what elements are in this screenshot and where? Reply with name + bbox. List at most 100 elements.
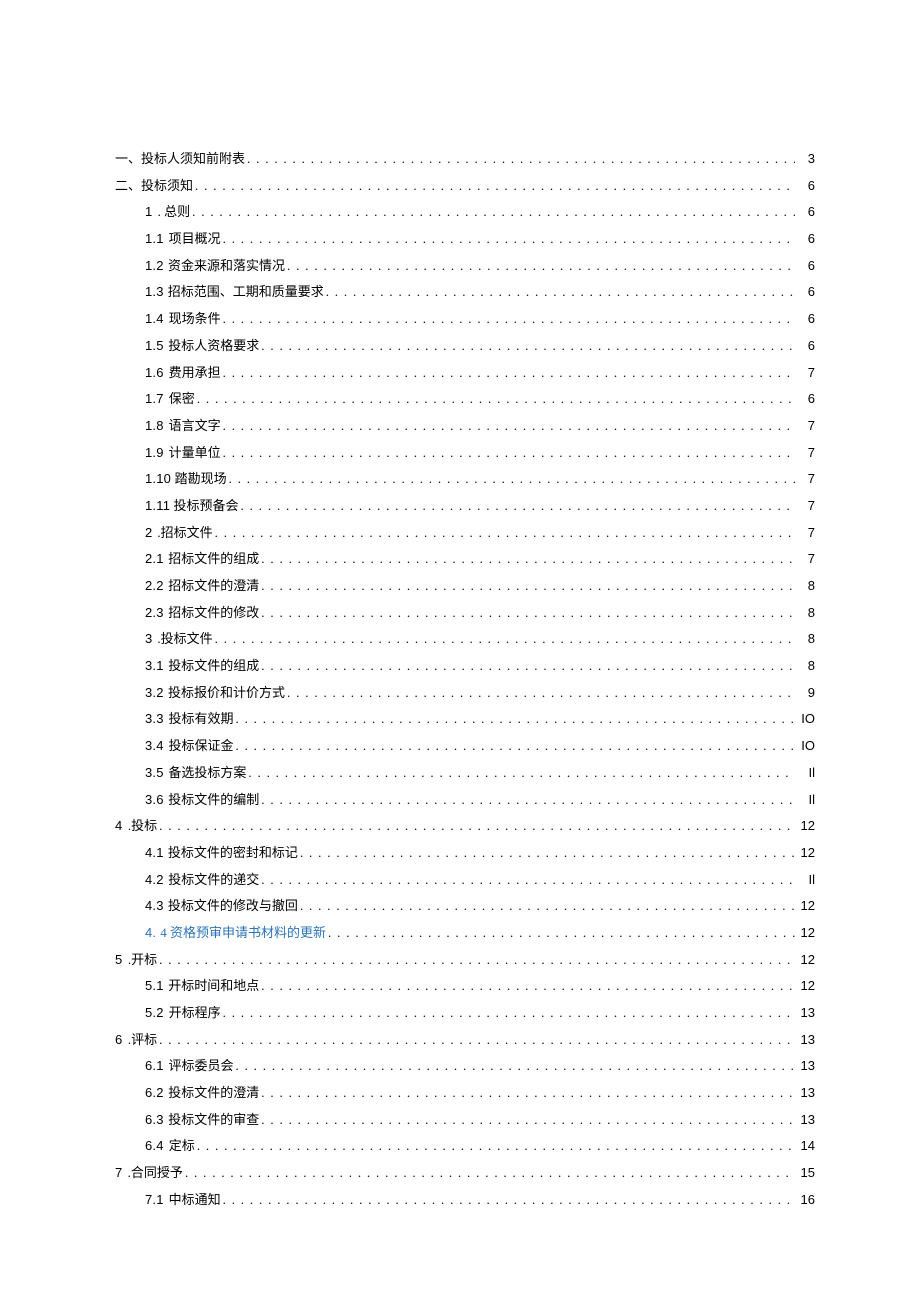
toc-leader-dots xyxy=(223,232,795,245)
toc-entry: 6 .评标 13 xyxy=(115,1033,815,1046)
toc-entry-title: 费用承担 xyxy=(169,366,221,379)
toc-entry-title: 招标文件的组成 xyxy=(168,552,259,565)
toc-leader-dots xyxy=(261,1113,795,1126)
toc-entry-title: . 总则 xyxy=(158,205,191,218)
toc-entry: 6.2投标文件的澄清13 xyxy=(115,1086,815,1099)
toc-entry-page-number: 13 xyxy=(797,1033,815,1046)
toc-entry: 3.4投标保证金IO xyxy=(115,739,815,752)
toc-entry-title: 项目概况 xyxy=(169,232,221,245)
toc-entry-number: 6.1 xyxy=(145,1059,164,1072)
toc-leader-dots xyxy=(159,953,795,966)
toc-leader-dots xyxy=(300,899,795,912)
toc-entry-number: 1.2 xyxy=(145,259,164,272)
toc-leader-dots xyxy=(223,419,795,432)
toc-entry: 2.3 招标文件的修改 8 xyxy=(115,606,815,619)
toc-entry-number: 6 xyxy=(115,1033,122,1046)
toc-entry: 3.5备选投标方案Il xyxy=(115,766,815,779)
toc-leader-dots xyxy=(261,659,795,672)
toc-entry: 7.1中标通知16 xyxy=(115,1193,815,1206)
toc-leader-dots xyxy=(197,392,795,405)
toc-leader-dots xyxy=(261,606,795,619)
toc-entry-title: 投标须知 xyxy=(141,179,193,192)
toc-entry-page-number: 8 xyxy=(797,606,815,619)
toc-entry-page-number: 15 xyxy=(797,1166,815,1179)
toc-entry-page-number: IO xyxy=(797,739,815,752)
toc-entry-page-number: 7 xyxy=(797,472,815,485)
toc-entry-page-number: 13 xyxy=(797,1086,815,1099)
toc-leader-dots xyxy=(159,1033,795,1046)
toc-entry-title: .评标 xyxy=(128,1033,157,1046)
toc-entry: 7 .合同授予 15 xyxy=(115,1166,815,1179)
toc-entry-page-number: 7 xyxy=(797,419,815,432)
toc-entry-title: 计量单位 xyxy=(169,446,221,459)
toc-entry-title: 评标委员会 xyxy=(168,1059,233,1072)
toc-entry: 1.5投标人资格要求6 xyxy=(115,339,815,352)
toc-entry-number: 5.1 xyxy=(145,979,164,992)
toc-leader-dots xyxy=(223,1006,795,1019)
toc-leader-dots xyxy=(185,1166,795,1179)
toc-entry-title: .招标文件 xyxy=(157,526,212,539)
toc-entry-number: 1.11 xyxy=(145,499,170,512)
toc-entry: 6.4定标14 xyxy=(115,1139,815,1152)
toc-entry-page-number: 12 xyxy=(797,819,815,832)
toc-entry-title: 投标人须知前附表 xyxy=(141,152,245,165)
toc-entry-page-number: 13 xyxy=(797,1006,815,1019)
toc-entry-number: 2 xyxy=(145,526,152,539)
toc-entry-title: 招标文件的修改 xyxy=(168,606,259,619)
toc-leader-dots xyxy=(235,1059,795,1072)
toc-entry-number: 1.4 xyxy=(145,312,164,325)
toc-leader-dots xyxy=(215,632,795,645)
toc-entry-title: 保密 xyxy=(169,392,195,405)
toc-entry: 1.9计量单位7 xyxy=(115,446,815,459)
toc-leader-dots xyxy=(261,873,795,886)
toc-entry-page-number: 12 xyxy=(797,979,815,992)
toc-entry: 2.1招标文件的组成7 xyxy=(115,552,815,565)
toc-entry-title: 开标程序 xyxy=(169,1006,221,1019)
toc-entry-number: 4.1 xyxy=(145,846,164,859)
toc-entry: 3.6投标文件的编制Il xyxy=(115,793,815,806)
toc-leader-dots xyxy=(215,526,795,539)
toc-entry: 1.2资金来源和落实情况6 xyxy=(115,259,815,272)
toc-leader-dots xyxy=(223,366,795,379)
toc-entry-number: 7 xyxy=(115,1166,122,1179)
toc-entry-number: 2.3 xyxy=(145,606,164,619)
toc-entry: 4.投标12 xyxy=(115,819,815,832)
toc-entry-page-number: 6 xyxy=(797,312,815,325)
toc-entry-number: 2.1 xyxy=(145,552,164,565)
toc-leader-dots xyxy=(326,285,795,298)
toc-entry-title: 踏勘现场 xyxy=(175,472,227,485)
toc-entry-page-number: 7 xyxy=(797,366,815,379)
toc-entry: 1.11投标预备会7 xyxy=(115,499,815,512)
toc-leader-dots xyxy=(235,712,795,725)
toc-leader-dots xyxy=(192,205,795,218)
toc-leader-dots xyxy=(223,312,795,325)
toc-entry-number: 4.3 xyxy=(145,899,164,912)
toc-entry-page-number: 12 xyxy=(797,926,815,939)
toc-entry-page-number: 13 xyxy=(797,1113,815,1126)
toc-entry-number: 5 xyxy=(115,953,122,966)
toc-entry-number: 3 xyxy=(145,632,152,645)
toc-entry-title: 投标有效期 xyxy=(168,712,233,725)
toc-entry-title: 投标文件的组成 xyxy=(168,659,259,672)
toc-entry-title: .合同授予 xyxy=(128,1166,183,1179)
toc-leader-dots xyxy=(287,686,795,699)
toc-entry-page-number: 6 xyxy=(797,232,815,245)
toc-entry-title: 投标预备会 xyxy=(174,499,239,512)
toc-entry-title: 投标文件的审查 xyxy=(168,1113,259,1126)
toc-entry-title: 定标 xyxy=(169,1139,195,1152)
toc-entry-title: 中标通知 xyxy=(169,1193,221,1206)
toc-entry-number: 1.9 xyxy=(145,446,164,459)
toc-entry-page-number: 13 xyxy=(797,1059,815,1072)
toc-entry-title: 投标报价和计价方式 xyxy=(168,686,285,699)
toc-entry-page-number: 6 xyxy=(797,339,815,352)
toc-entry-number: 6.2 xyxy=(145,1086,164,1099)
toc-entry-page-number: 12 xyxy=(797,846,815,859)
toc-entry: 4.3投标文件的修改与撤回12 xyxy=(115,899,815,912)
toc-entry: 2.招标文件7 xyxy=(115,526,815,539)
toc-leader-dots xyxy=(261,979,795,992)
toc-leader-dots xyxy=(261,339,795,352)
toc-entry-number: 7.1 xyxy=(145,1193,164,1206)
toc-entry-page-number: 9 xyxy=(797,686,815,699)
toc-leader-dots xyxy=(229,472,795,485)
toc-entry-title: 投标文件的修改与撤回 xyxy=(168,899,298,912)
